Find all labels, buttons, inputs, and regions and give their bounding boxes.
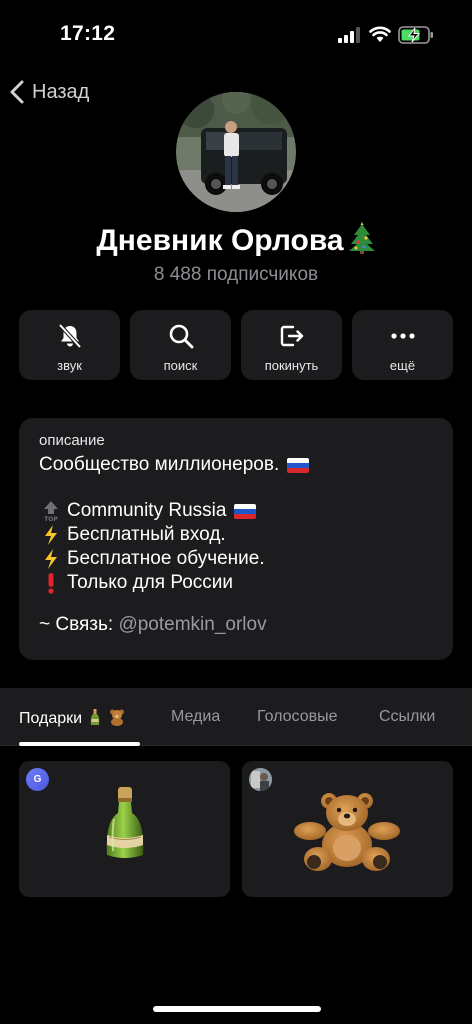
battery-charging-icon <box>398 26 433 44</box>
more-label: ещё <box>389 358 416 373</box>
more-icon <box>390 333 415 339</box>
champagne-bottle-icon <box>90 709 100 725</box>
action-buttons: звук поиск покинуть ещё <box>19 310 453 380</box>
signal-icon <box>338 27 360 43</box>
gift-card[interactable]: G <box>19 761 230 897</box>
description-line: TOP Community Russia <box>39 499 433 523</box>
gift-card[interactable] <box>242 761 453 897</box>
status-bar: 17:12 <box>0 0 472 70</box>
more-button[interactable]: ещё <box>352 310 453 380</box>
top-arrow-icon: TOP <box>39 500 63 522</box>
search-label: поиск <box>163 358 198 373</box>
lightning-icon <box>39 524 63 546</box>
mute-label: звук <box>57 358 82 373</box>
svg-text:TOP: TOP <box>44 516 58 522</box>
sender-avatar[interactable]: G <box>26 768 49 791</box>
active-tab-indicator <box>19 742 140 746</box>
leave-button[interactable]: покинуть <box>241 310 342 380</box>
channel-title-text: Дневник Орлова <box>96 224 344 257</box>
exclamation-icon <box>39 572 63 594</box>
description-line: Бесплатный вход. <box>39 523 433 547</box>
description-text: Community Russia <box>67 500 227 521</box>
channel-avatar[interactable] <box>176 92 296 212</box>
back-label: Назад <box>32 80 90 103</box>
teddy-bear-icon <box>294 793 400 871</box>
status-time: 17:12 <box>60 22 116 45</box>
mute-button[interactable]: звук <box>19 310 120 380</box>
lightning-icon <box>39 548 63 570</box>
avatar-photo <box>176 92 296 212</box>
leave-icon <box>280 325 303 347</box>
bell-muted-icon <box>58 323 81 349</box>
description-line: Сообщество миллионеров. <box>39 453 433 477</box>
subscriber-count: 8 488 подписчиков <box>153 264 319 285</box>
description-text: Бесплатный вход. <box>67 524 226 545</box>
description-text: Бесплатное обучение. <box>67 548 265 569</box>
teddy-bear-icon <box>110 709 125 726</box>
tab-gifts-label: Подарки <box>19 710 83 727</box>
description-line: Только для России <box>39 571 433 595</box>
home-indicator <box>153 1006 321 1012</box>
description-line: Бесплатное обучение. <box>39 547 433 571</box>
contact-line: ~ Связь: @potemkin_orlov <box>39 613 433 637</box>
wifi-icon <box>369 26 391 42</box>
contact-link[interactable]: @potemkin_orlov <box>118 613 266 637</box>
tab-gifts[interactable]: Подарки <box>19 708 126 728</box>
tab-voice[interactable]: Голосовые <box>257 708 338 726</box>
russia-flag-icon <box>234 503 257 519</box>
tab-links[interactable]: Ссылки <box>379 708 435 726</box>
back-button[interactable]: Назад <box>8 76 89 108</box>
profile-tabs: Подарки Медиа Голосовые Ссылки <box>0 688 472 746</box>
description-text: Сообщество миллионеров. <box>39 454 280 475</box>
contact-prefix: ~ Связь: <box>39 614 119 635</box>
sender-initial: G <box>33 774 42 785</box>
christmas-tree-icon <box>348 222 375 254</box>
channel-profile-screen: 17:12 Назад Дневник Орлова 8 488 подписч… <box>0 0 472 1024</box>
search-icon <box>169 324 193 349</box>
tab-media[interactable]: Медиа <box>171 708 220 726</box>
description-card: описание Сообщество миллионеров. TOP Com… <box>19 418 453 660</box>
description-caption: описание <box>39 432 105 449</box>
description-text: Только для России <box>67 572 233 593</box>
sender-avatar[interactable] <box>249 768 272 791</box>
champagne-bottle-icon <box>106 787 144 858</box>
chevron-left-icon <box>10 80 24 104</box>
leave-label: покинуть <box>264 358 319 373</box>
channel-title: Дневник Орлова <box>0 222 472 258</box>
sender-photo <box>249 768 272 791</box>
search-button[interactable]: поиск <box>130 310 231 380</box>
russia-flag-icon <box>287 457 310 473</box>
